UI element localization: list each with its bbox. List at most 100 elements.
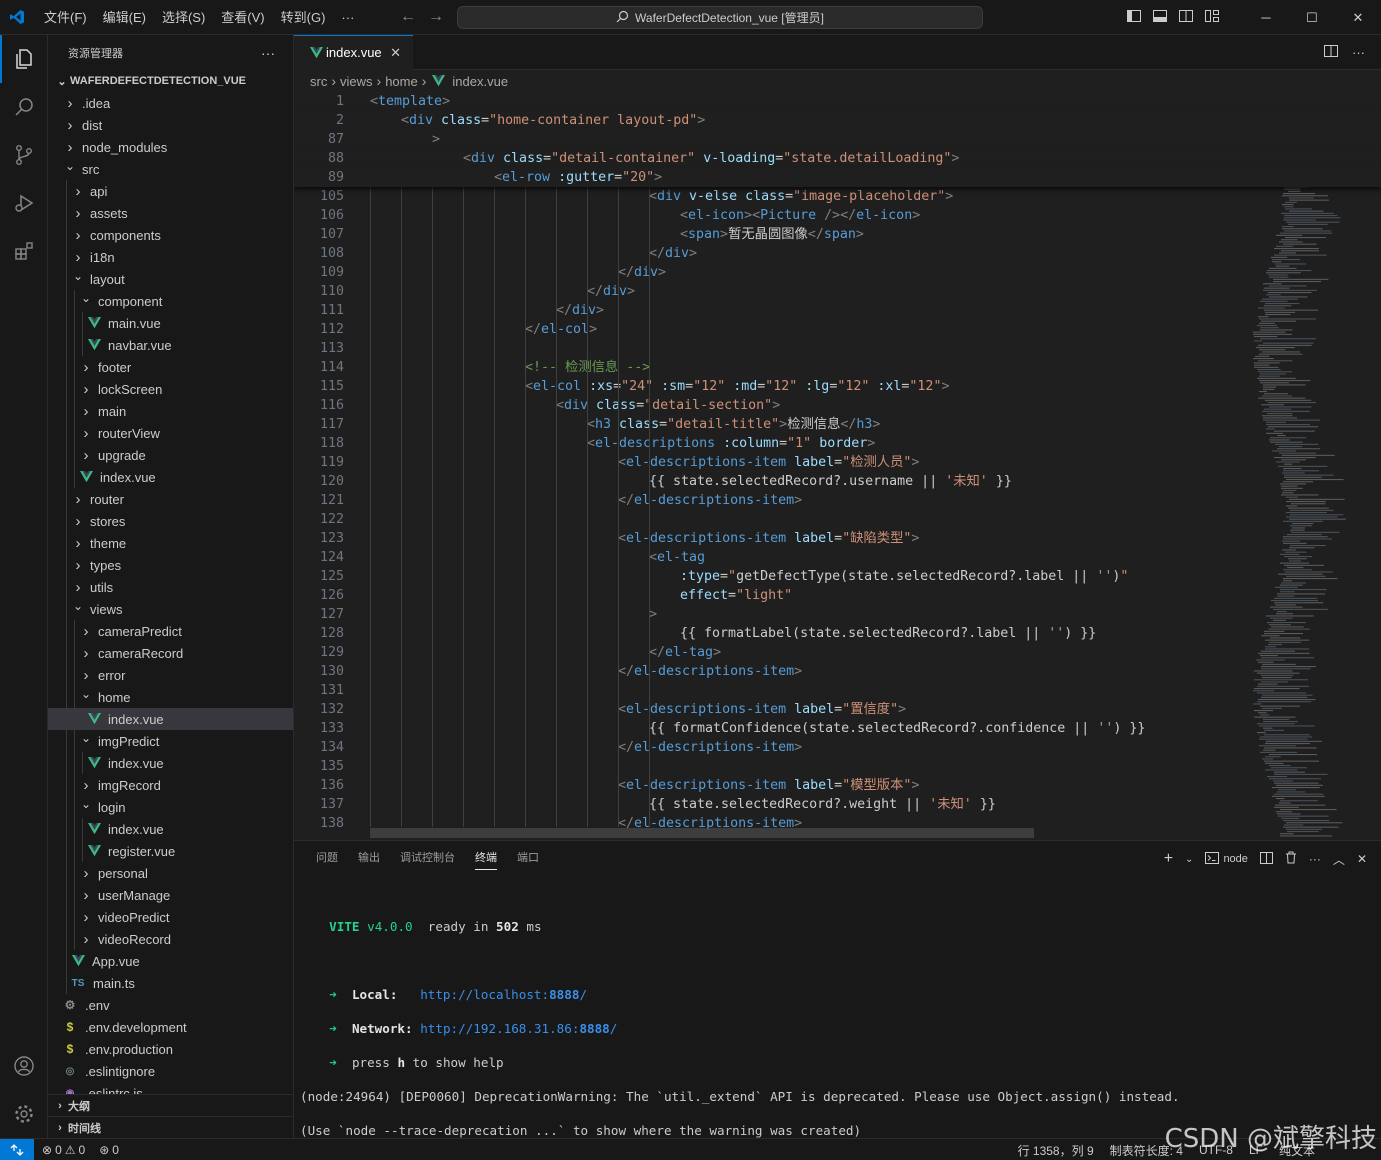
code-editor[interactable]: 1 <template> 2 <div class="home-container l… [294,92,1381,840]
tree-item[interactable]: › router [48,488,293,510]
tree-item[interactable]: ⌄ imgPredict [48,730,293,752]
remote-indicator-icon[interactable] [0,1138,34,1160]
panel-tab[interactable]: 终端 [465,841,507,876]
editor-tab-index-vue[interactable]: index.vue ✕ [294,34,413,70]
local-url[interactable]: http://localhost:8888/ [420,987,587,1002]
breadcrumb-item[interactable]: src [310,74,327,89]
tree-item[interactable]: › utils [48,576,293,598]
menu-item[interactable]: 文件(F) [36,0,95,35]
problems-status[interactable]: ⊗ 0 ⚠ 0 [42,1143,85,1157]
menu-item[interactable]: 查看(V) [213,0,272,35]
ports-status[interactable]: ⊛ 0 [99,1143,119,1157]
tree-item[interactable]: main.vue [48,312,293,334]
breadcrumb-item[interactable]: views [340,74,373,89]
tree-item[interactable]: › videoPredict [48,906,293,928]
tree-item[interactable]: index.vue [48,466,293,488]
tree-item[interactable]: navbar.vue [48,334,293,356]
tree-item[interactable]: › node_modules [48,136,293,158]
tree-item[interactable]: ⚙ .env [48,994,293,1016]
workspace-root[interactable]: ⌄ WAFERDEFECTDETECTION_VUE [48,70,293,92]
run-debug-icon[interactable] [0,179,48,227]
tree-item[interactable]: › stores [48,510,293,532]
source-control-icon[interactable] [0,131,48,179]
tree-item[interactable]: ⌄ login [48,796,293,818]
search-view-icon[interactable] [0,83,48,131]
tree-item[interactable]: › lockScreen [48,378,293,400]
tree-item[interactable]: › upgrade [48,444,293,466]
timeline-section[interactable]: › 时间线 [48,1116,293,1138]
tree-item[interactable]: TS main.ts [48,972,293,994]
close-panel-icon[interactable]: ✕ [1357,852,1367,866]
minimap[interactable] [1249,92,1367,840]
explorer-icon[interactable] [0,35,48,83]
split-terminal-icon[interactable] [1259,851,1273,867]
menu-item[interactable]: ··· [333,0,362,35]
terminal-instance[interactable]: node [1205,851,1248,867]
breadcrumb-item[interactable]: index.vue [452,74,508,89]
toggle-secondary-sidebar-icon[interactable] [1173,10,1199,25]
toggle-primary-sidebar-icon[interactable] [1121,10,1147,25]
menu-item[interactable]: 编辑(E) [95,0,154,35]
tree-item[interactable]: index.vue [48,818,293,840]
command-center-search[interactable]: WaferDefectDetection_vue [管理员] [457,6,983,29]
new-terminal-icon[interactable]: + [1164,850,1173,868]
tree-item[interactable]: › cameraRecord [48,642,293,664]
outline-section[interactable]: › 大纲 [48,1094,293,1116]
tree-item[interactable]: › i18n [48,246,293,268]
forward-arrow-icon[interactable]: → [428,8,444,26]
tree-item[interactable]: › routerView [48,422,293,444]
tree-item[interactable]: › cameraPredict [48,620,293,642]
tree-item[interactable]: › assets [48,202,293,224]
tree-item[interactable]: › userManage [48,884,293,906]
tree-item[interactable]: ⌄ views [48,598,293,620]
tree-item[interactable]: ⌄ component [48,290,293,312]
kill-terminal-trash-icon[interactable] [1285,851,1297,867]
toggle-panel-icon[interactable] [1147,10,1173,25]
menu-item[interactable]: 选择(S) [154,0,213,35]
tree-item[interactable]: $ .env.development [48,1016,293,1038]
tree-item[interactable]: ⌄ layout [48,268,293,290]
panel-tab[interactable]: 调试控制台 [390,841,465,876]
panel-more-icon[interactable]: ··· [1309,852,1321,866]
maximize-panel-chevron-up-icon[interactable]: ︿ [1333,851,1345,868]
tree-item[interactable]: › theme [48,532,293,554]
tree-item[interactable]: › api [48,180,293,202]
tree-item[interactable]: › footer [48,356,293,378]
menu-item[interactable]: 转到(G) [273,0,334,35]
tree-item[interactable]: › videoRecord [48,928,293,950]
tree-item[interactable]: › main [48,400,293,422]
tree-item[interactable]: ◎ .eslintignore [48,1060,293,1082]
tree-item[interactable]: › components [48,224,293,246]
editor-more-icon[interactable]: ··· [1352,45,1365,60]
split-editor-icon[interactable] [1324,45,1338,60]
extensions-icon[interactable] [0,227,48,275]
network-url[interactable]: http://192.168.31.86:8888/ [420,1021,617,1036]
minimize-icon[interactable]: ─ [1243,10,1289,25]
close-window-icon[interactable]: ✕ [1335,10,1381,26]
panel-tab[interactable]: 问题 [306,841,348,876]
tree-item[interactable]: ⌄ src [48,158,293,180]
customize-layout-icon[interactable] [1199,10,1225,25]
tree-item[interactable]: › .idea [48,92,293,114]
panel-tab[interactable]: 端口 [507,841,549,876]
tree-item[interactable]: index.vue [48,752,293,774]
breadcrumb-item[interactable]: home [385,74,418,89]
tree-item[interactable]: › types [48,554,293,576]
tree-item[interactable]: › imgRecord [48,774,293,796]
explorer-more-button[interactable]: ··· [261,45,275,61]
chevron-down-icon[interactable]: ⌄ [1185,854,1193,865]
tree-item[interactable]: ⌄ home [48,686,293,708]
sticky-scroll[interactable]: 1 <template> 2 <div class="home-container l… [294,92,1381,187]
panel-tab[interactable]: 输出 [348,841,390,876]
horizontal-scrollbar[interactable] [370,828,1034,838]
tree-item[interactable]: › error [48,664,293,686]
tree-item[interactable]: register.vue [48,840,293,862]
tree-item[interactable]: › personal [48,862,293,884]
cursor-position[interactable]: 行 1358，列 9 [1018,1142,1094,1159]
settings-gear-icon[interactable] [0,1090,48,1138]
maximize-icon[interactable]: ☐ [1289,10,1335,26]
tree-item[interactable]: $ .env.production [48,1038,293,1060]
tree-item[interactable]: › dist [48,114,293,136]
close-tab-icon[interactable]: ✕ [390,45,401,61]
terminal-output[interactable]: VITE v4.0.0 ready in 502 ms ➜ Local: htt… [300,901,1180,1160]
